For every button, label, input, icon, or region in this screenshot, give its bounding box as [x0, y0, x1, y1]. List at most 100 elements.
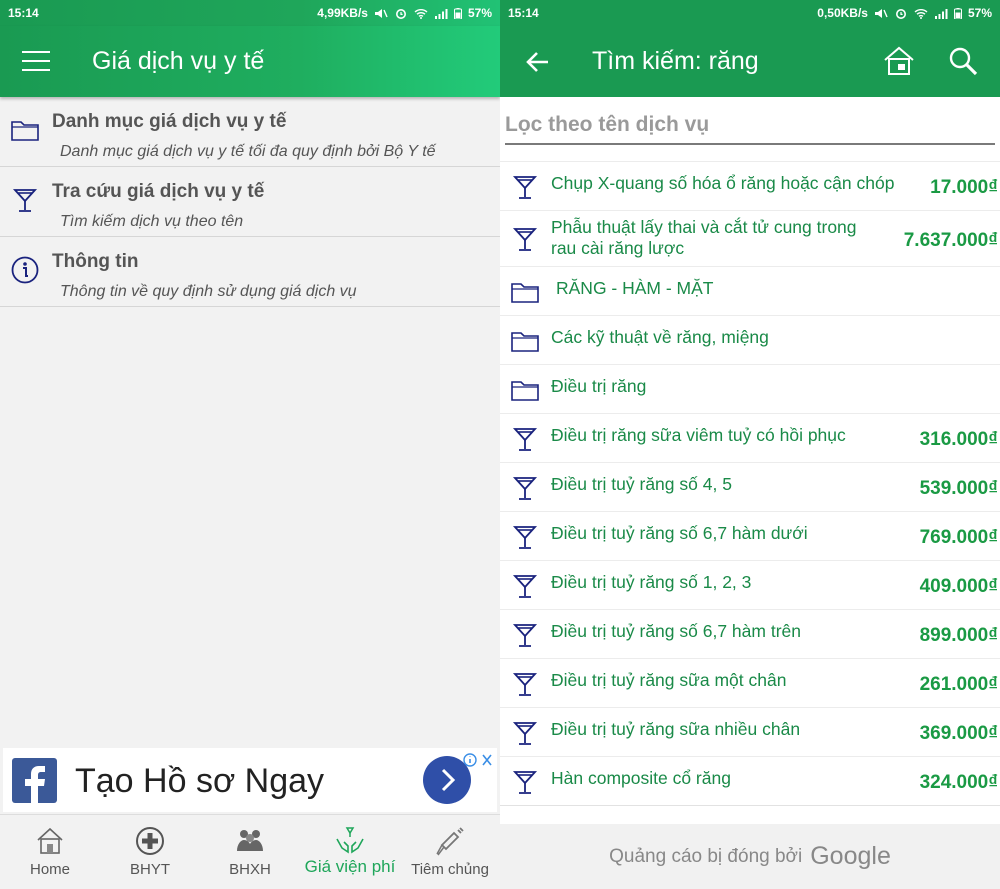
service-price: 769.000₫	[919, 527, 998, 548]
filter-input[interactable]: Lọc theo tên dịch vụ	[505, 113, 709, 137]
ad-choices-icon[interactable]	[463, 752, 495, 768]
folder-icon	[511, 283, 539, 303]
service-price: 17.000₫	[930, 177, 998, 198]
nav-home[interactable]: Home	[0, 815, 100, 889]
menu-item-tra-cuu[interactable]: Tra cứu giá dịch vụ y tế Tìm kiếm dịch v…	[0, 167, 500, 237]
service-price: 899.000₫	[919, 625, 998, 646]
service-name: Điều trị tuỷ răng sữa một chân	[551, 670, 787, 690]
nav-label: Tiêm chủng	[411, 861, 489, 878]
list-item[interactable]: Điều trị tuỷ răng số 1, 2, 3 409.000₫	[500, 560, 1000, 610]
list-item[interactable]: Các kỹ thuật về răng, miệng	[500, 315, 1000, 365]
status-time: 15:14	[508, 6, 539, 20]
list-item[interactable]: RĂNG - HÀM - MẶT	[500, 266, 1000, 316]
nav-tiem-chung[interactable]: Tiêm chủng	[400, 815, 500, 889]
menu-item-title: Tra cứu giá dịch vụ y tế	[52, 181, 265, 202]
filter-underline	[505, 143, 995, 145]
mute-icon	[374, 8, 388, 18]
menu-item-title: Danh mục giá dịch vụ y tế	[52, 111, 287, 132]
battery-icon	[953, 7, 962, 19]
folder-icon	[511, 332, 539, 352]
service-name: Chụp X-quang số hóa ổ răng hoặc cận chóp	[551, 173, 895, 193]
nav-label: BHYT	[129, 861, 170, 878]
service-name: Điều trị tuỷ răng số 1, 2, 3	[551, 572, 752, 592]
cocktail-icon	[512, 673, 538, 696]
folder-icon	[511, 381, 539, 401]
nav-bhyt[interactable]: BHYT	[100, 815, 200, 889]
list-item[interactable]: Điều trị tuỷ răng sữa một chân 261.000₫	[500, 658, 1000, 708]
signal-icon	[434, 8, 448, 19]
search-icon[interactable]	[946, 44, 980, 78]
nav-bhxh[interactable]: BHXH	[200, 815, 300, 889]
list-item[interactable]: Điều trị răng sữa viêm tuỷ có hồi phục 3…	[500, 413, 1000, 463]
service-price: 261.000₫	[919, 674, 998, 695]
menu-item-subtitle: Thông tin về quy định sử dụng giá dịch v…	[60, 283, 357, 300]
nav-label: Giá viện phí	[304, 857, 396, 876]
menu-item-title: Thông tin	[52, 251, 139, 272]
page-title: Giá dịch vụ y tế	[92, 47, 265, 75]
right-screen: 15:14 0,50KB/s 57% Tìm kiếm: răng Lọc th…	[500, 0, 1000, 889]
menu-item-thong-tin[interactable]: Thông tin Thông tin về quy định sử dụng …	[0, 237, 500, 307]
category-name: RĂNG - HÀM - MẶT	[556, 278, 714, 298]
home-icon[interactable]	[882, 44, 916, 78]
service-name: Điều trị tuỷ răng số 6,7 hàm trên	[551, 621, 801, 641]
service-price: 539.000₫	[919, 478, 998, 499]
service-price: 409.000₫	[919, 576, 998, 597]
menu-item-danh-muc[interactable]: Danh mục giá dịch vụ y tế Danh mục giá d…	[0, 97, 500, 167]
app-bar: Tìm kiếm: răng	[500, 26, 1000, 97]
service-name: Điều trị tuỷ răng số 6,7 hàm dưới	[551, 523, 808, 543]
cocktail-icon	[512, 228, 538, 251]
category-name: Điều trị răng	[551, 376, 647, 396]
list-item[interactable]: Điều trị tuỷ răng số 6,7 hàm dưới 769.00…	[500, 511, 1000, 561]
nav-label: Home	[29, 861, 70, 878]
facebook-logo-icon	[12, 758, 57, 803]
service-name: Điều trị tuỷ răng sữa nhiều chân	[551, 719, 801, 739]
status-time: 15:14	[8, 6, 39, 20]
cocktail-icon	[512, 176, 538, 199]
status-bar: 15:14 4,99KB/s 57%	[0, 0, 500, 26]
network-speed: 0,50KB/s	[817, 6, 868, 20]
list-item[interactable]: Phẫu thuật lấy thai và cắt tử cung trong…	[500, 210, 1000, 267]
alarm-icon	[895, 8, 906, 19]
list-item[interactable]: Điều trị tuỷ răng số 6,7 hàm trên 899.00…	[500, 609, 1000, 659]
service-price: 7.637.000₫	[903, 230, 998, 251]
app-bar: Giá dịch vụ y tế	[0, 26, 500, 97]
cocktail-icon	[512, 526, 538, 549]
wifi-icon	[414, 8, 428, 19]
home-icon	[37, 827, 63, 854]
list-item[interactable]: Điều trị tuỷ răng số 4, 5 539.000₫	[500, 462, 1000, 512]
battery-level: 57%	[967, 6, 992, 20]
ad-closed-text: Quảng cáo bị đóng bởi	[609, 845, 803, 867]
google-logo: Google	[810, 842, 891, 870]
service-name: Phẫu thuật lấy thai và cắt tử cung trong…	[551, 217, 857, 258]
service-price: 369.000₫	[919, 723, 998, 744]
list-item[interactable]: Chụp X-quang số hóa ổ răng hoặc cận chóp…	[500, 161, 1000, 211]
nav-gia-vien-phi[interactable]: Giá viện phí	[300, 815, 400, 889]
menu-item-subtitle: Tìm kiếm dịch vụ theo tên	[60, 213, 244, 230]
menu-list: Danh mục giá dịch vụ y tế Danh mục giá d…	[0, 97, 500, 307]
bottom-navigation: Home BHYT BHXH Giá viện phí Tiêm chủng	[0, 814, 500, 889]
menu-item-subtitle: Danh mục giá dịch vụ y tế tối đa quy địn…	[60, 143, 436, 160]
syringe-icon	[436, 827, 464, 856]
page-title: Tìm kiếm: răng	[592, 47, 759, 75]
ad-banner[interactable]: Tạo Hồ sơ Ngay	[3, 748, 497, 812]
service-price: 316.000₫	[919, 429, 998, 450]
service-name: Điều trị răng sữa viêm tuỷ có hồi phục	[551, 425, 846, 445]
list-item[interactable]: Điều trị tuỷ răng sữa nhiều chân 369.000…	[500, 707, 1000, 757]
ad-closed-banner: Quảng cáo bị đóng bởi Google	[500, 824, 1000, 889]
list-item[interactable]: Điều trị răng	[500, 364, 1000, 414]
signal-icon	[934, 8, 948, 19]
ad-headline: Tạo Hồ sơ Ngay	[75, 762, 325, 800]
left-screen: 15:14 4,99KB/s 57% Giá dịch vụ y tế Danh…	[0, 0, 500, 889]
network-speed: 4,99KB/s	[317, 6, 368, 20]
cocktail-icon	[512, 428, 538, 451]
service-name: Điều trị tuỷ răng số 4, 5	[551, 474, 732, 494]
cross-icon	[136, 827, 164, 855]
cocktail-icon	[512, 477, 538, 500]
category-name: Các kỹ thuật về răng, miệng	[551, 327, 769, 347]
nav-label: BHXH	[229, 861, 271, 878]
cocktail-icon	[512, 722, 538, 745]
people-icon	[237, 830, 263, 851]
hamburger-menu-icon[interactable]	[22, 51, 50, 73]
back-arrow-icon[interactable]	[524, 48, 552, 76]
list-item[interactable]: Hàn composite cổ răng 324.000₫	[500, 756, 1000, 806]
